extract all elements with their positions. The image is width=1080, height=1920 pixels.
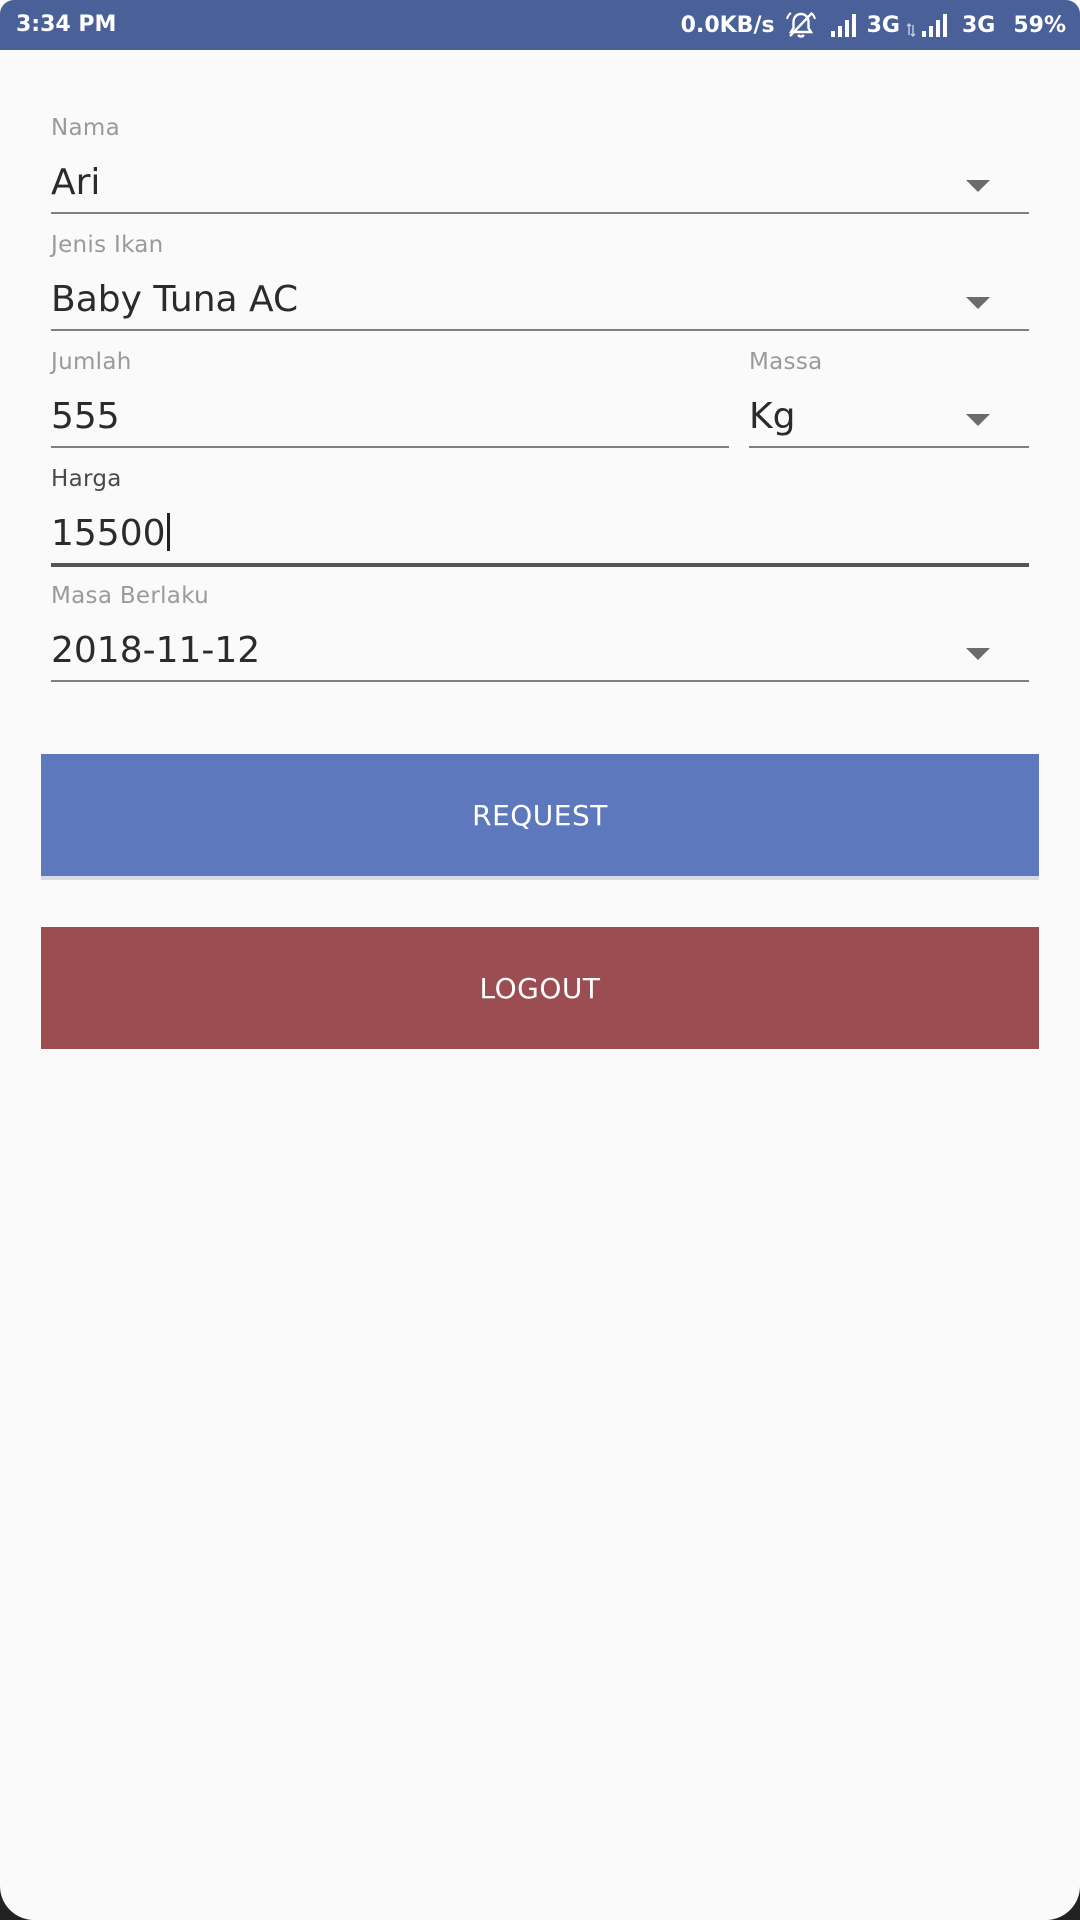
network-type-2: 3G xyxy=(961,12,996,38)
request-button-label: REQUEST xyxy=(472,798,608,832)
status-indicators: 0.0KB/s 3G 3G 59% xyxy=(681,0,1066,50)
jenis-ikan-label: Jenis Ikan xyxy=(51,232,164,258)
status-time: 3:34 PM xyxy=(16,12,117,37)
network-type-1: 3G xyxy=(866,12,900,38)
data-arrows-icon xyxy=(906,23,916,37)
masa-berlaku-value: 2018-11-12 xyxy=(51,630,261,671)
dropdown-arrow-icon xyxy=(966,297,990,309)
harga-value: 15500 xyxy=(51,513,166,554)
text-cursor xyxy=(166,513,170,551)
nama-underline xyxy=(51,212,1029,214)
jumlah-value: 555 xyxy=(51,396,120,437)
jenis-ikan-underline xyxy=(51,329,1029,331)
harga-value-wrap: 15500 xyxy=(51,513,170,554)
jumlah-label: Jumlah xyxy=(51,349,132,375)
nama-label: Nama xyxy=(51,115,120,141)
dropdown-arrow-icon xyxy=(966,180,990,192)
masa-berlaku-underline xyxy=(51,680,1029,682)
request-button[interactable]: REQUEST xyxy=(41,754,1039,876)
dropdown-arrow-icon xyxy=(966,648,990,660)
massa-underline xyxy=(749,446,1029,448)
nama-value: Ari xyxy=(51,162,101,203)
signal-icon xyxy=(921,14,947,37)
massa-label: Massa xyxy=(749,349,823,375)
status-bar: 3:34 PM 0.0KB/s 3G 3G 59% xyxy=(0,0,1080,50)
harga-label: Harga xyxy=(51,466,122,492)
app-screen: 3:34 PM 0.0KB/s 3G 3G 59% Nama Ari Jenis… xyxy=(0,0,1080,1920)
bell-muted-icon xyxy=(785,12,816,38)
masa-berlaku-label: Masa Berlaku xyxy=(51,583,209,609)
harga-underline xyxy=(51,563,1029,567)
signal-icon xyxy=(830,14,856,37)
jenis-ikan-value: Baby Tuna AC xyxy=(51,279,299,320)
network-speed: 0.0KB/s xyxy=(680,12,775,38)
jumlah-underline xyxy=(51,446,729,448)
battery-level: 59% xyxy=(1013,12,1066,38)
dropdown-arrow-icon xyxy=(966,414,990,426)
logout-button-label: LOGOUT xyxy=(479,971,601,1005)
massa-value: Kg xyxy=(749,396,796,437)
logout-button[interactable]: LOGOUT xyxy=(41,927,1039,1049)
